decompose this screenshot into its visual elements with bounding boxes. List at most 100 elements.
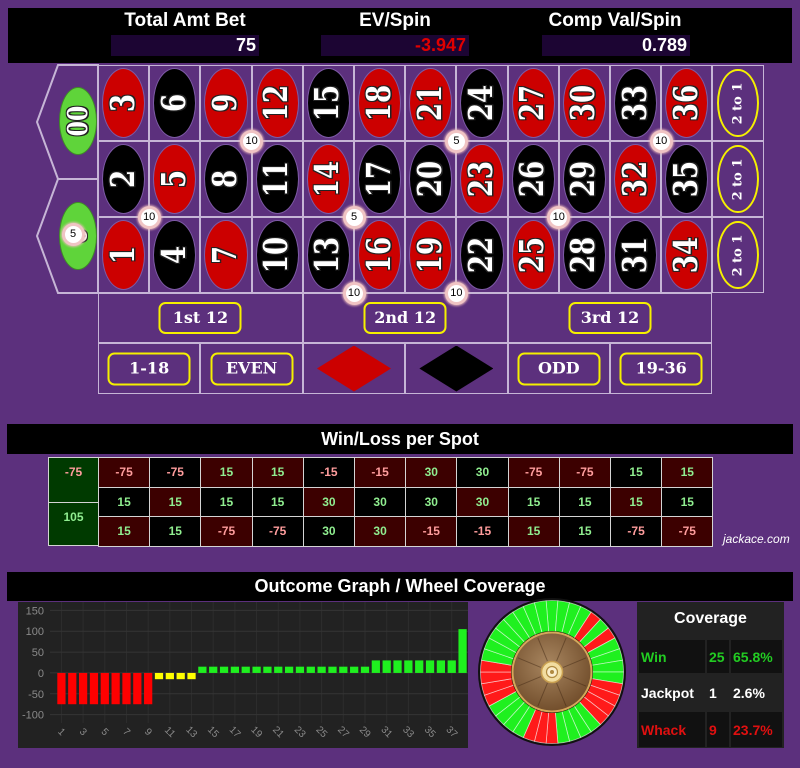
outside-bet-label: 1-18	[107, 352, 191, 385]
number-cell-1[interactable]: 1	[98, 217, 150, 293]
number-cell-2[interactable]: 2	[98, 141, 150, 217]
number-cell-6[interactable]: 6	[149, 65, 201, 141]
number-cell-31[interactable]: 31	[610, 217, 662, 293]
bar	[339, 666, 348, 673]
number-label: 00	[61, 105, 95, 137]
number-label: 11	[258, 160, 296, 198]
outcome-title: Outcome Graph / Wheel Coverage	[7, 572, 793, 601]
number-cell-7[interactable]: 7	[200, 217, 252, 293]
coverage-label: Win	[639, 640, 705, 673]
bar	[306, 666, 315, 673]
number-cell-33[interactable]: 33	[610, 65, 662, 141]
number-cell-20[interactable]: 20	[405, 141, 457, 217]
number-cell-21[interactable]: 21	[405, 65, 457, 141]
number-cell-16[interactable]: 16	[354, 217, 406, 293]
number-cell-25[interactable]: 25	[507, 217, 559, 293]
chip-corner[interactable]: 5	[342, 205, 366, 229]
black-pocket-oval: 31	[614, 220, 658, 290]
dozen-label: 3rd 12	[568, 302, 652, 334]
bar	[78, 672, 88, 705]
red-pocket-oval: 7	[204, 220, 248, 290]
number-label: 21	[412, 84, 450, 122]
number-cell-30[interactable]: 30	[558, 65, 610, 141]
chip-corner[interactable]: 10	[649, 129, 673, 153]
number-cell-5[interactable]: 5	[149, 141, 201, 217]
black-pocket-oval: 20	[409, 144, 453, 214]
number-label: 12	[258, 84, 296, 122]
number-cell-22[interactable]: 22	[456, 217, 508, 293]
bar	[198, 666, 207, 673]
coverage-row-win: Win 25 65.8%	[637, 640, 784, 673]
column-bet-2[interactable]: 2 to 1	[712, 141, 764, 217]
number-cell-18[interactable]: 18	[354, 65, 406, 141]
outside-bet-red[interactable]	[302, 343, 406, 394]
chip-corner[interactable]: 5	[444, 129, 468, 153]
number-cell-17[interactable]: 17	[354, 141, 406, 217]
number-cell-3[interactable]: 3	[98, 65, 150, 141]
number-cell-23[interactable]: 23	[456, 141, 508, 217]
hub-center-dot	[550, 670, 554, 674]
number-cell-35[interactable]: 35	[661, 141, 713, 217]
column-bet-oval: 2 to 1	[717, 145, 759, 213]
outside-bet-odd[interactable]: ODD	[507, 343, 610, 394]
chip-corner[interactable]: 10	[137, 205, 161, 229]
number-cell-4[interactable]: 4	[149, 217, 201, 293]
outside-bet-19-36[interactable]: 19-36	[610, 343, 713, 394]
column-bet-3[interactable]: 2 to 1	[712, 217, 764, 293]
dozen-bet-1[interactable]: 1st 12	[98, 293, 303, 343]
number-cell-15[interactable]: 15	[302, 65, 354, 141]
red-pocket-oval: 5	[153, 144, 197, 214]
coverage-percent: 65.8%	[731, 640, 782, 673]
outside-bet-even[interactable]: EVEN	[200, 343, 303, 394]
number-label: 36	[668, 84, 706, 122]
dozen-bet-2[interactable]: 2nd 12	[302, 293, 508, 343]
number-cell-10[interactable]: 10	[251, 217, 303, 293]
number-cell-27[interactable]: 27	[507, 65, 559, 141]
number-cell-9[interactable]: 9	[200, 65, 252, 141]
outside-bet-black[interactable]	[405, 343, 508, 394]
y-tick-label: 50	[32, 647, 44, 659]
chip-corner[interactable]: 10	[240, 129, 264, 153]
chip-corner[interactable]: 10	[547, 205, 571, 229]
number-label: 23	[463, 160, 501, 198]
number-cell-32[interactable]: 32	[610, 141, 662, 217]
chip-six-line[interactable]: 10	[444, 281, 468, 305]
zero-pocket-00[interactable]: 00	[59, 87, 97, 155]
number-label: 31	[616, 236, 655, 274]
number-cell-28[interactable]: 28	[558, 217, 610, 293]
number-label: 34	[668, 236, 706, 274]
chip-straight[interactable]: 5	[61, 222, 85, 246]
number-cell-36[interactable]: 36	[661, 65, 713, 141]
number-cell-11[interactable]: 11	[251, 141, 303, 217]
black-pocket-oval: 29	[562, 144, 606, 214]
outside-bet-1-18[interactable]: 1-18	[98, 343, 201, 394]
bar	[100, 672, 109, 705]
bar	[176, 672, 185, 680]
number-cell-29[interactable]: 29	[558, 141, 610, 217]
bar	[111, 672, 120, 705]
red-pocket-oval: 23	[460, 144, 504, 214]
number-cell-24[interactable]: 24	[456, 65, 508, 141]
bar	[393, 660, 402, 673]
dozen-label: 1st 12	[158, 302, 242, 334]
number-label: 7	[207, 245, 245, 265]
dozen-bet-3[interactable]: 3rd 12	[507, 293, 713, 343]
bar	[458, 629, 467, 673]
coverage-panel: Coverage Win 25 65.8% Jackpot 1 2.6% Wha…	[637, 602, 784, 748]
number-cell-26[interactable]: 26	[507, 141, 559, 217]
number-cell-13[interactable]: 13	[302, 217, 354, 293]
number-label: 2	[104, 169, 143, 189]
number-cell-8[interactable]: 8	[200, 141, 252, 217]
red-pocket-oval: 12	[255, 68, 299, 138]
number-cell-34[interactable]: 34	[661, 217, 713, 293]
number-cell-14[interactable]: 14	[302, 141, 354, 217]
number-label: 10	[258, 236, 296, 274]
chip-six-line[interactable]: 10	[342, 281, 366, 305]
column-bet-label: 2 to 1	[730, 158, 746, 200]
bar	[447, 660, 456, 673]
column-bet-1[interactable]: 2 to 1	[712, 65, 764, 141]
number-cell-12[interactable]: 12	[251, 65, 303, 141]
bar	[328, 666, 337, 673]
number-cell-19[interactable]: 19	[405, 217, 457, 293]
bar	[284, 666, 294, 673]
